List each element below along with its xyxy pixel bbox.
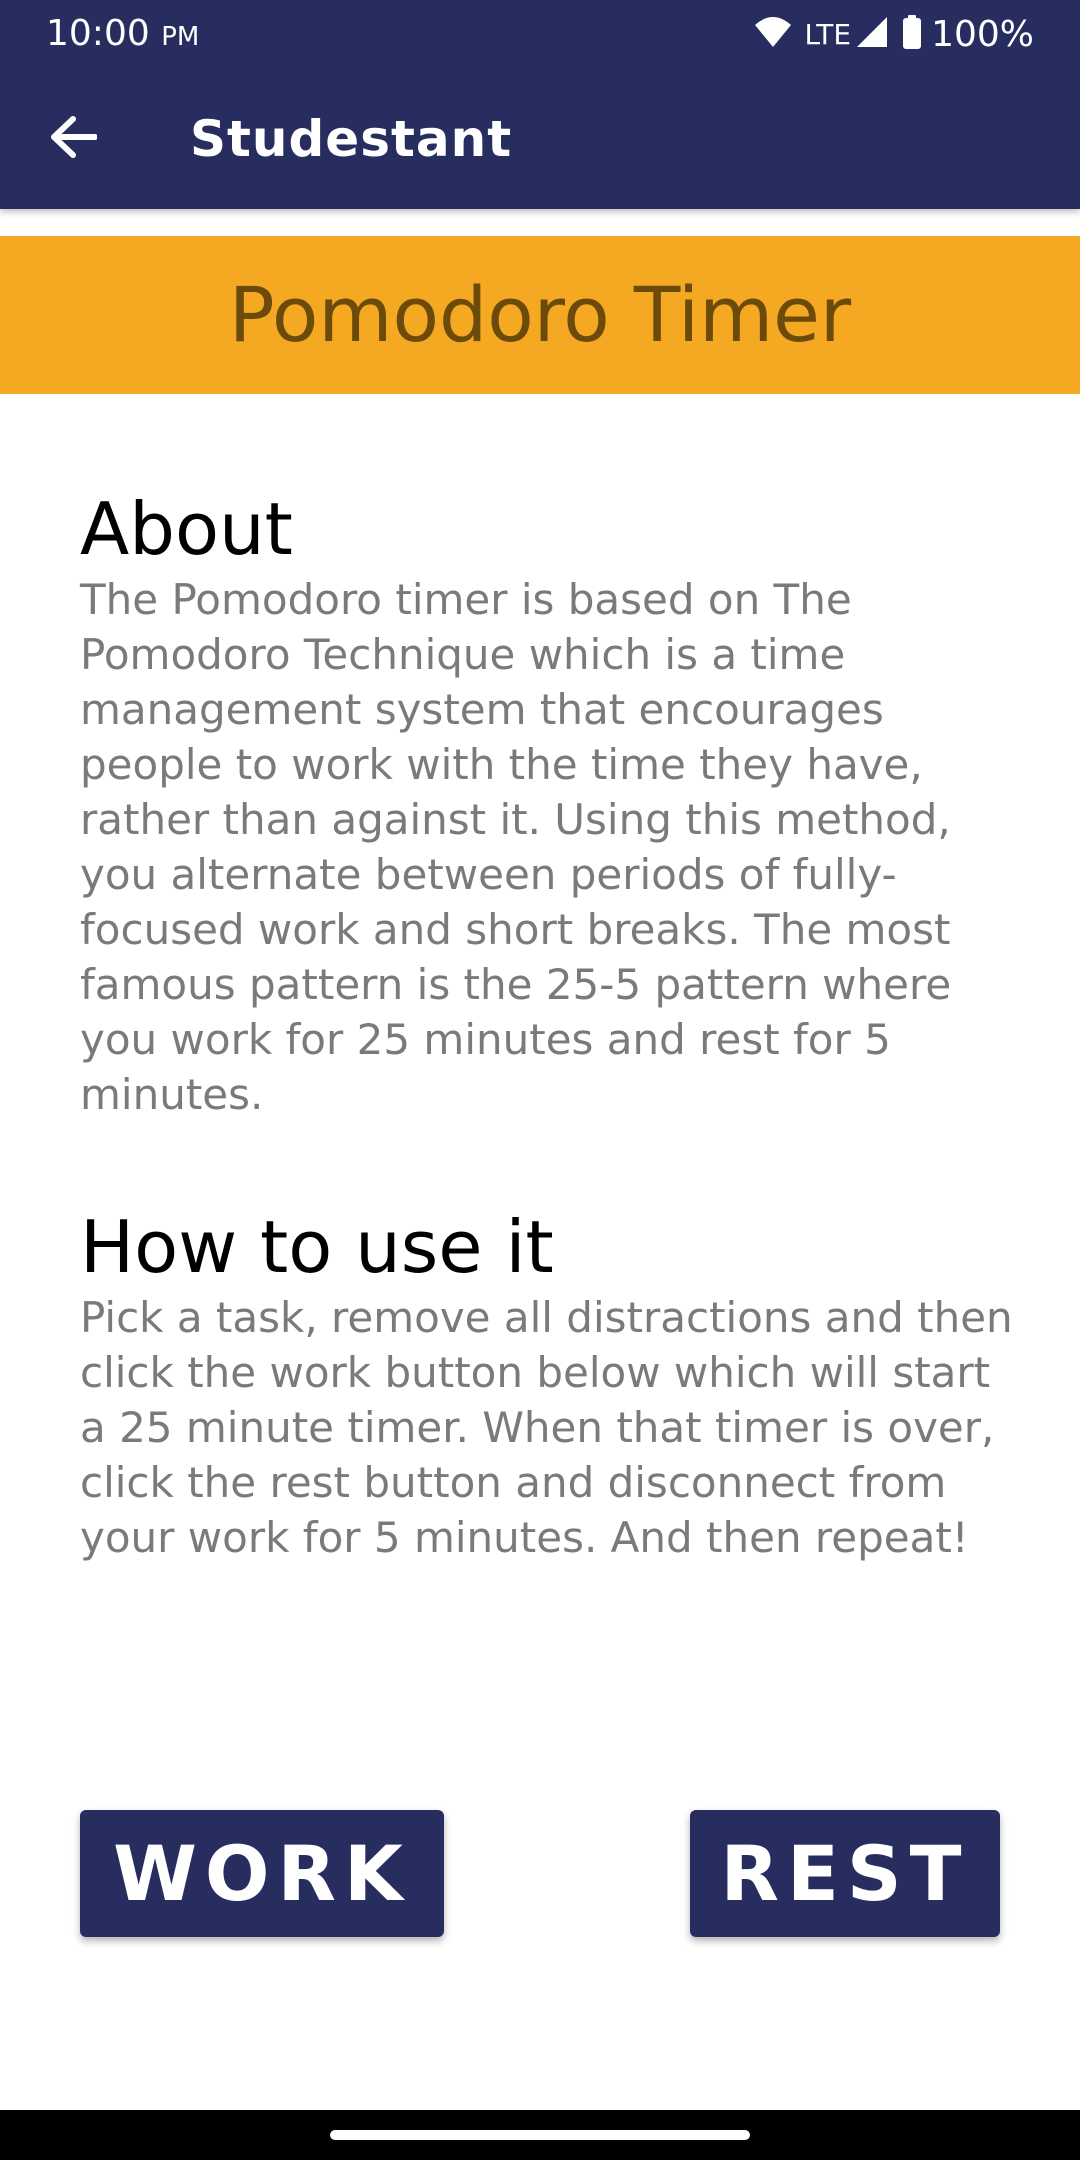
status-ampm: PM [161,22,200,52]
network-type: LTE [804,17,852,51]
pomodoro-banner: Pomodoro Timer [0,236,1080,394]
app-bar: 10:00 PM LTE 100% Studestant [0,0,1080,209]
arrow-left-icon [49,115,98,163]
how-to-heading: How to use it [80,1205,554,1289]
app-title: Studestant [190,110,513,168]
status-icons: LTE 100% [753,10,1034,58]
back-button[interactable] [40,106,106,172]
wifi-icon [753,15,793,53]
home-gesture-handle[interactable] [330,2130,750,2140]
navigation-bar [0,2110,1080,2160]
banner-title: Pomodoro Timer [228,270,852,359]
status-time: 10:00 PM [46,10,199,61]
about-heading: About [80,487,293,571]
how-to-section: How to use it Pick a task, remove all di… [80,1204,1015,1565]
work-button[interactable]: WORK [80,1810,444,1937]
about-section: About The Pomodoro timer is based on The… [80,486,1015,1122]
about-text: The Pomodoro timer is based on The Pomod… [80,575,952,1119]
how-to-text: Pick a task, remove all distractions and… [80,1293,1013,1562]
signal-icon [855,15,889,53]
battery-icon [903,15,922,53]
battery-percent: 100% [931,13,1034,55]
status-clock: 10:00 [46,13,150,54]
screen: 10:00 PM LTE 100% Studestant Pomodoro Ti… [0,0,1080,2160]
rest-button[interactable]: REST [690,1810,1000,1937]
